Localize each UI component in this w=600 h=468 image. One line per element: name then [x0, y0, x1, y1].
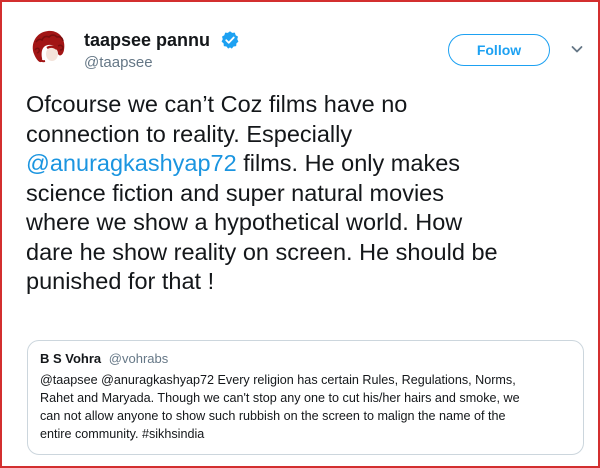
quoted-text-line: Rahet and Maryada. Though we can't stop …	[40, 391, 520, 405]
quoted-author-handle: @vohrabs	[108, 351, 169, 366]
author-display-name[interactable]: taapsee pannu	[84, 29, 210, 51]
tweet-text-line: @anuragkashyap72 films. He only makes	[26, 149, 586, 179]
author-handle[interactable]: @taapsee	[84, 54, 153, 72]
quoted-text-line: entire community. #sikhsindia	[40, 427, 205, 441]
author-avatar[interactable]	[24, 24, 72, 72]
tweet-text-fragment: films. He only makes	[243, 150, 461, 176]
tweet-text-line: dare he show reality on screen. He shoul…	[26, 238, 498, 265]
tweet-text: Ofcourse we can’t Coz films have no conn…	[26, 90, 586, 297]
follow-button[interactable]: Follow	[448, 34, 550, 66]
tweet-text-line: punished for that !	[26, 268, 215, 294]
quoted-tweet-header: B S Vohra @vohrabs	[40, 351, 168, 367]
tweet-text-line: where we show a hypothetical world. How	[26, 209, 463, 235]
quoted-text-line: @taapsee @anuragkashyap72 Every religion…	[40, 373, 516, 387]
curly-hair-avatar-icon	[24, 24, 72, 72]
quoted-text-line: can not allow anyone to show such rubbis…	[40, 409, 506, 423]
quoted-tweet-card[interactable]: B S Vohra @vohrabs @taapsee @anuragkashy…	[27, 340, 584, 455]
mention-link[interactable]: @anuragkashyap72	[26, 150, 237, 176]
tweet-text-line: Ofcourse we can’t Coz films have no	[26, 91, 408, 117]
chevron-down-icon[interactable]	[570, 42, 584, 56]
tweet-text-line: science fiction and super natural movies	[26, 179, 444, 206]
quoted-author-name: B S Vohra	[40, 351, 102, 366]
screenshot-frame: taapsee pannu @taapsee Follow Ofcourse w…	[0, 0, 600, 468]
quoted-tweet-text: @taapsee @anuragkashyap72 Every religion…	[40, 371, 575, 443]
tweet-text-line: connection to reality. Especially	[26, 120, 353, 147]
verified-badge-icon	[221, 31, 239, 49]
